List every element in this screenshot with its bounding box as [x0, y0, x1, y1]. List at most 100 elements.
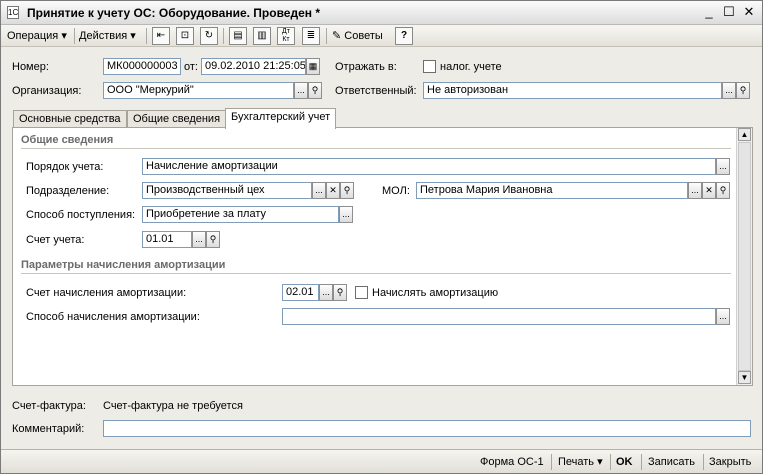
select-button[interactable]: ... [319, 284, 333, 301]
operation-menu[interactable]: Операция ▾ [7, 27, 67, 45]
organization-label: Организация: [12, 85, 82, 97]
ok-button[interactable]: OK [616, 454, 633, 470]
receipt-method-label: Способ поступления: [26, 209, 136, 221]
number-field[interactable]: МК000000003 [103, 58, 181, 75]
chevron-down-icon: ▾ [597, 456, 603, 468]
search-icon[interactable]: ⚲ [333, 284, 347, 301]
accrue-depreciation-label: Начислять амортизацию [372, 287, 499, 299]
account-field[interactable]: 01.01 [142, 231, 192, 248]
structure-icon[interactable]: ⊡ [176, 27, 194, 45]
select-button[interactable]: ... [312, 182, 326, 199]
vertical-scrollbar[interactable]: ▲ ▼ [736, 128, 752, 385]
search-icon[interactable]: ⚲ [736, 82, 750, 99]
depreciation-section-title: Параметры начисления амортизации [21, 259, 226, 271]
division-label: Подразделение: [26, 185, 110, 197]
invoice-label: Счет-фактура: [12, 400, 86, 412]
depreciation-account-field[interactable]: 02.01 [282, 284, 319, 301]
depreciation-method-label: Способ начисления амортизации: [26, 311, 200, 323]
tab-fixed-assets[interactable]: Основные средства [13, 110, 127, 128]
save-button[interactable]: Записать [648, 454, 695, 470]
division-field[interactable]: Производственный цех [142, 182, 312, 199]
chevron-down-icon: ▾ [61, 30, 67, 42]
search-icon[interactable]: ⚲ [206, 231, 220, 248]
tab-accounting[interactable]: Бухгалтерский учет [225, 108, 337, 129]
invoice-value[interactable]: Счет-фактура не требуется [103, 398, 243, 414]
select-button[interactable]: ... [294, 82, 308, 99]
tab-general-info[interactable]: Общие сведения [127, 110, 227, 128]
tab-panel: Общие сведения Порядок учета: Начисление… [12, 127, 753, 386]
select-button[interactable]: ... [722, 82, 736, 99]
refresh-icon[interactable]: ↻ [200, 27, 218, 45]
scroll-up-icon[interactable]: ▲ [738, 128, 751, 141]
bar-divider [641, 454, 642, 470]
toolbar-divider [146, 28, 147, 44]
post-document-icon[interactable]: ▤ [229, 27, 247, 45]
accounting-order-label: Порядок учета: [26, 161, 104, 173]
number-label: Номер: [12, 61, 49, 73]
depreciation-method-field[interactable] [282, 308, 716, 325]
section-divider [21, 273, 731, 274]
enter-based-on-icon[interactable]: ⇤ [152, 27, 170, 45]
print-menu[interactable]: Печать ▾ [558, 454, 603, 470]
general-section-title: Общие сведения [21, 134, 114, 146]
organization-field[interactable]: ООО "Меркурий" [103, 82, 294, 99]
command-bar: Форма ОС-1 Печать ▾ OK Записать Закрыть [1, 449, 762, 473]
operation-label: Операция [7, 30, 59, 42]
chevron-down-icon: ▾ [130, 30, 136, 42]
bar-divider [610, 454, 611, 470]
search-icon[interactable]: ⚲ [308, 82, 322, 99]
advice-label: Советы [344, 30, 383, 42]
app-icon: 1С [7, 6, 19, 19]
account-label: Счет учета: [26, 234, 85, 246]
toolbar-divider [74, 28, 75, 44]
tax-accounting-label: налог. учете [440, 61, 502, 73]
search-icon[interactable]: ⚲ [716, 182, 730, 199]
bar-divider [703, 454, 704, 470]
close-button[interactable]: Закрыть [709, 454, 751, 470]
section-divider [21, 148, 731, 149]
window-title: Принятие к учету ОС: Оборудование. Прове… [27, 6, 321, 20]
receipt-method-field[interactable]: Приобретение за плату [142, 206, 339, 223]
select-button[interactable]: ... [688, 182, 702, 199]
select-button[interactable]: ... [339, 206, 353, 223]
report-icon[interactable]: ≣ [302, 27, 320, 45]
calendar-icon[interactable]: ▦ [306, 58, 320, 75]
form-os1-button[interactable]: Форма ОС-1 [480, 454, 544, 470]
document-window: 1С Принятие к учету ОС: Оборудование. Пр… [0, 0, 763, 474]
select-button[interactable]: ... [716, 158, 730, 175]
toolbar-divider [326, 28, 327, 44]
bar-divider [551, 454, 552, 470]
date-field[interactable]: 09.02.2010 21:25:05 [201, 58, 306, 75]
advice-button[interactable]: ✎ Советы [332, 27, 383, 45]
actions-menu[interactable]: Действия ▾ [79, 27, 136, 45]
responsible-label: Ответственный: [335, 85, 417, 97]
actions-label: Действия [79, 30, 128, 42]
responsible-field[interactable]: Не авторизован [423, 82, 722, 99]
close-window-button[interactable]: ✕ [741, 4, 757, 20]
tax-accounting-checkbox[interactable] [423, 60, 436, 73]
reflect-label: Отражать в: [335, 61, 397, 73]
maximize-button[interactable]: ☐ [721, 4, 737, 20]
clear-icon[interactable]: ✕ [702, 182, 716, 199]
mol-field[interactable]: Петрова Мария Ивановна [416, 182, 688, 199]
mol-label: МОЛ: [382, 185, 410, 197]
scroll-down-icon[interactable]: ▼ [738, 371, 751, 384]
accrue-depreciation-checkbox[interactable] [355, 286, 368, 299]
accounting-order-field[interactable]: Начисление амортизации [142, 158, 716, 175]
select-button[interactable]: ... [716, 308, 730, 325]
unpost-document-icon[interactable]: ▥ [253, 27, 271, 45]
select-button[interactable]: ... [192, 231, 206, 248]
clear-icon[interactable]: ✕ [326, 182, 340, 199]
scroll-thumb[interactable] [738, 142, 751, 371]
toolbar-divider [223, 28, 224, 44]
comment-field[interactable] [103, 420, 751, 437]
date-label: от: [184, 61, 198, 73]
print-label: Печать [558, 456, 595, 468]
tag-icon: ✎ [332, 30, 342, 42]
dt-kt-icon[interactable]: Дт Кт [277, 27, 295, 45]
help-icon[interactable]: ? [395, 27, 413, 45]
title-bar: 1С Принятие к учету ОС: Оборудование. Пр… [1, 1, 762, 25]
comment-label: Комментарий: [12, 423, 85, 435]
minimize-button[interactable]: _ [701, 4, 717, 20]
search-icon[interactable]: ⚲ [340, 182, 354, 199]
